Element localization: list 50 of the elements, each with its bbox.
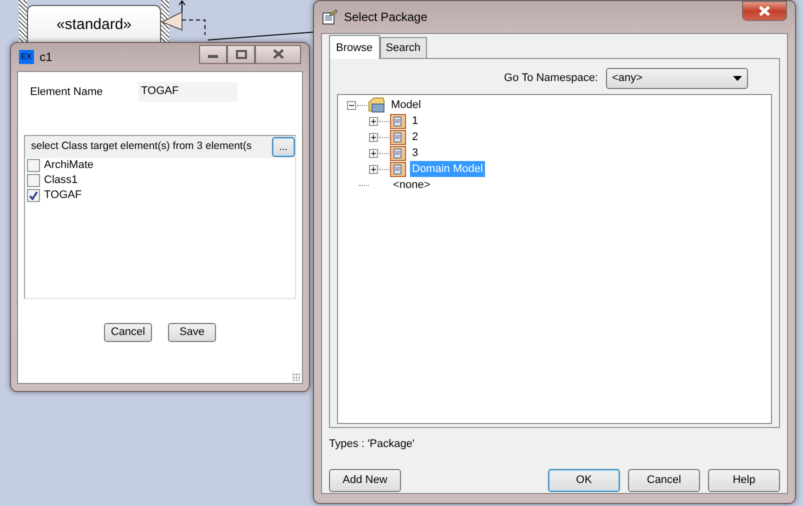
tree-item[interactable]: Model bbox=[389, 96, 423, 114]
expand-icon[interactable] bbox=[369, 116, 378, 126]
dialog-button[interactable]: Save bbox=[168, 323, 216, 342]
checkbox[interactable] bbox=[27, 159, 40, 172]
checkbox[interactable] bbox=[27, 174, 40, 187]
stereotype-label: «standard» bbox=[56, 15, 132, 35]
resize-grip[interactable] bbox=[292, 373, 300, 381]
checkbox-label: TOGAF bbox=[44, 188, 82, 204]
close-button[interactable] bbox=[742, 1, 787, 21]
package-icon bbox=[390, 130, 406, 144]
close-icon bbox=[758, 6, 771, 16]
package-icon bbox=[390, 162, 406, 176]
tab[interactable]: Browse bbox=[329, 34, 380, 59]
namespace-dropdown[interactable]: <any> bbox=[606, 68, 748, 88]
expand-icon[interactable] bbox=[369, 164, 378, 174]
folder-icon bbox=[368, 97, 385, 113]
namespace-label: Go To Namespace: bbox=[504, 70, 598, 86]
list-header: select Class target element(s) from 3 element(s bbox=[31, 139, 253, 154]
expand-icon[interactable] bbox=[369, 132, 378, 142]
caret-icon bbox=[733, 76, 742, 80]
dialog-button[interactable]: OK bbox=[548, 468, 620, 492]
maximize-icon bbox=[236, 50, 246, 58]
field-label: Element Name bbox=[30, 84, 104, 100]
add-new-button[interactable]: Add New bbox=[329, 468, 401, 492]
package-icon bbox=[390, 146, 406, 160]
window-title: Select Package bbox=[344, 9, 428, 26]
browse-button[interactable]: ... bbox=[272, 137, 295, 157]
dialog-button[interactable]: Cancel bbox=[628, 468, 700, 492]
tree-item[interactable]: <none> bbox=[391, 176, 432, 194]
checkbox-label: ArchiMate bbox=[44, 158, 94, 174]
types-label: Types : 'Package' bbox=[329, 437, 416, 452]
expand-icon[interactable] bbox=[369, 148, 378, 158]
tree-item[interactable]: 1 bbox=[410, 112, 420, 130]
app-icon: EX bbox=[19, 50, 34, 64]
dialog-button[interactable]: Help bbox=[708, 468, 780, 492]
app-icon bbox=[322, 9, 338, 25]
tree-item[interactable]: 3 bbox=[410, 144, 420, 162]
tab[interactable]: Search bbox=[380, 36, 427, 58]
checkbox-label: Class1 bbox=[44, 173, 78, 188]
package-icon bbox=[390, 114, 406, 128]
close-icon bbox=[272, 49, 284, 59]
collapse-icon[interactable] bbox=[347, 100, 356, 110]
minimize-button[interactable] bbox=[199, 44, 227, 64]
close-button[interactable] bbox=[255, 44, 301, 64]
checkbox[interactable] bbox=[27, 189, 40, 202]
window-title: c1 bbox=[40, 49, 52, 66]
tree-item[interactable]: 2 bbox=[410, 128, 420, 146]
name-field[interactable]: TOGAF bbox=[138, 82, 238, 102]
dialog-button[interactable]: Cancel bbox=[104, 323, 152, 342]
maximize-button[interactable] bbox=[227, 44, 255, 64]
